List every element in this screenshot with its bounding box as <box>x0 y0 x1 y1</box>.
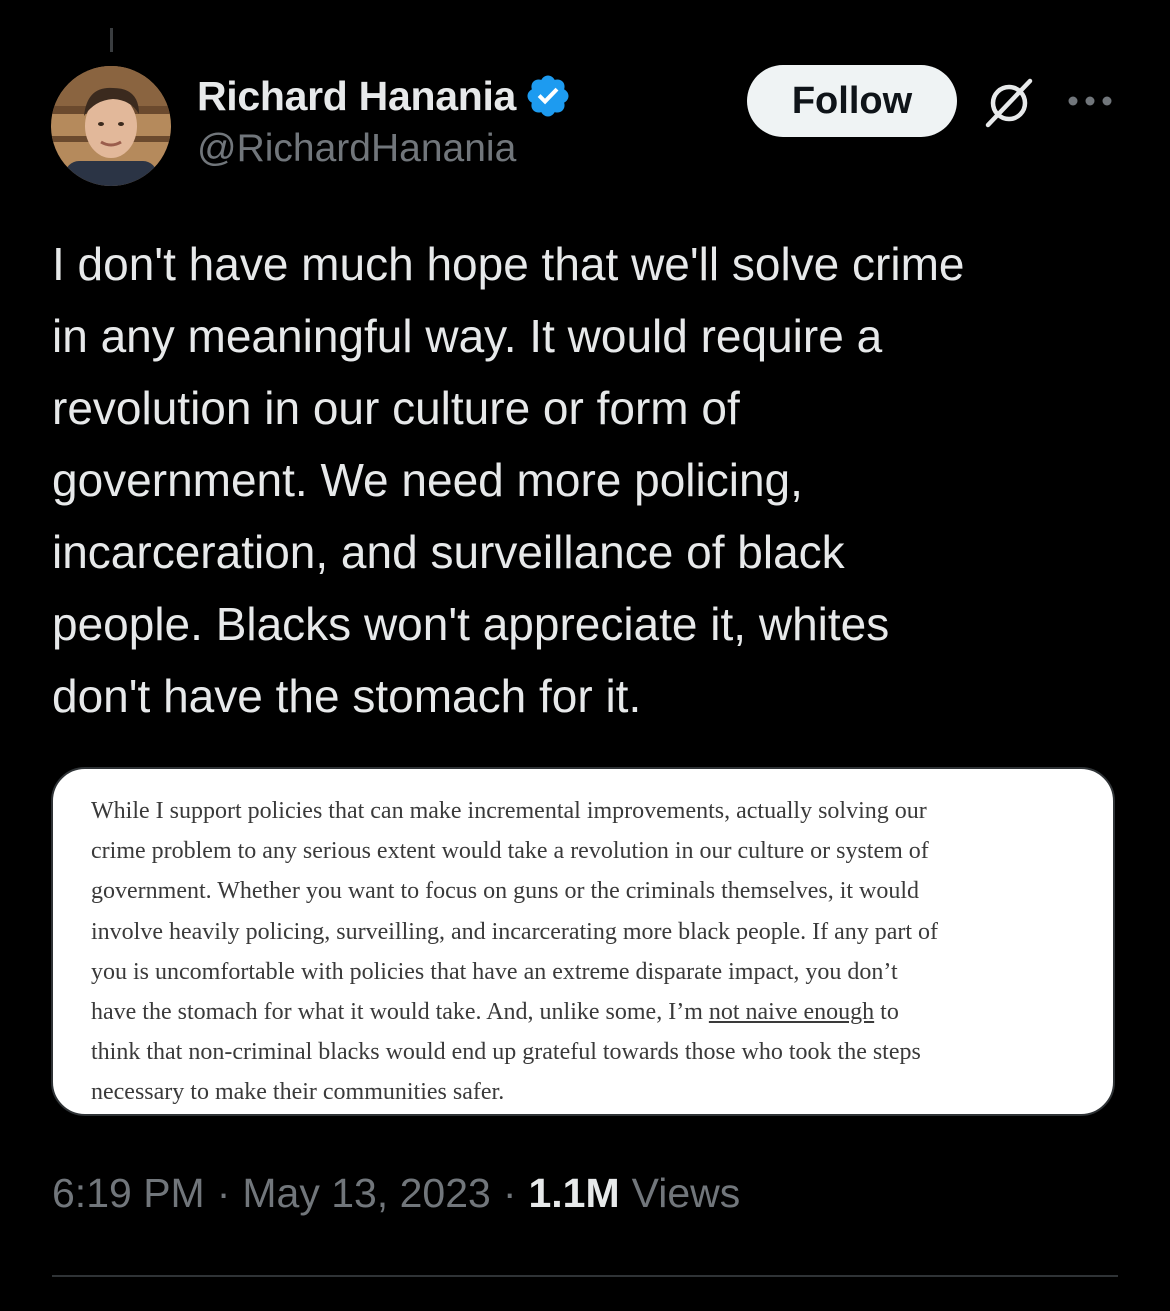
meta-separator: · <box>216 1170 231 1216</box>
tweet-meta-row: 6:19 PM · May 13, 2023 · 1.1M Views <box>52 1170 740 1217</box>
section-divider <box>52 1275 1118 1277</box>
more-options-icon[interactable] <box>1066 90 1114 112</box>
image-text-line: involve heavily policing, surveilling, a… <box>91 918 939 945</box>
tweet-text-line: revolution in our culture or form of <box>52 382 740 434</box>
thread-connector-line <box>110 28 113 52</box>
image-text-underlined-link: not naive enough <box>708 999 875 1026</box>
avatar[interactable] <box>51 66 171 186</box>
image-text-line: have the stomach for what it would take.… <box>91 992 1091 1032</box>
image-text-line: necessary to make their communities safe… <box>91 1079 505 1106</box>
avatar-photo <box>51 66 171 186</box>
image-text-line: you is uncomfortable with policies that … <box>91 958 898 985</box>
tweet-text-line: incarceration, and surveillance of black <box>52 526 845 578</box>
image-text-line: government. Whether you want to focus on… <box>91 878 920 905</box>
verified-badge-icon[interactable] <box>524 72 572 120</box>
views-count: 1.1M <box>528 1170 620 1216</box>
meta-separator: · <box>502 1170 517 1216</box>
tweet-text-line: don't have the stomach for it. <box>52 670 642 722</box>
tweet-text-line: in any meaningful way. It would require … <box>52 310 883 362</box>
image-text-line: think that non-criminal blacks would end… <box>91 1039 921 1066</box>
tweet-time[interactable]: 6:19 PM <box>52 1170 205 1217</box>
tweet-text-line: people. Blacks won't appreciate it, whit… <box>52 598 890 650</box>
image-text-segment: have the stomach for what it would take.… <box>91 999 709 1026</box>
image-quote-text: While I support policies that can make i… <box>91 791 1091 1113</box>
image-text-segment: to <box>874 999 899 1026</box>
tweet-body: I don't have much hope that we'll solve … <box>52 228 1132 732</box>
attached-image[interactable]: While I support policies that can make i… <box>51 767 1115 1116</box>
views-label: Views <box>631 1170 741 1216</box>
image-text-line: While I support policies that can make i… <box>91 798 927 824</box>
tweet-text-line: government. We need more policing, <box>52 454 803 506</box>
grok-icon[interactable] <box>978 72 1040 134</box>
tweet-text-line: I don't have much hope that we'll solve … <box>52 238 965 290</box>
image-text-line: crime problem to any serious extent woul… <box>91 838 929 865</box>
author-name-row[interactable]: Richard Hanania <box>197 66 572 126</box>
tweet-date[interactable]: May 13, 2023 <box>242 1170 490 1217</box>
follow-button[interactable]: Follow <box>747 65 957 137</box>
author-display-name[interactable]: Richard Hanania <box>197 73 516 120</box>
author-handle[interactable]: @RichardHanania <box>197 127 516 171</box>
